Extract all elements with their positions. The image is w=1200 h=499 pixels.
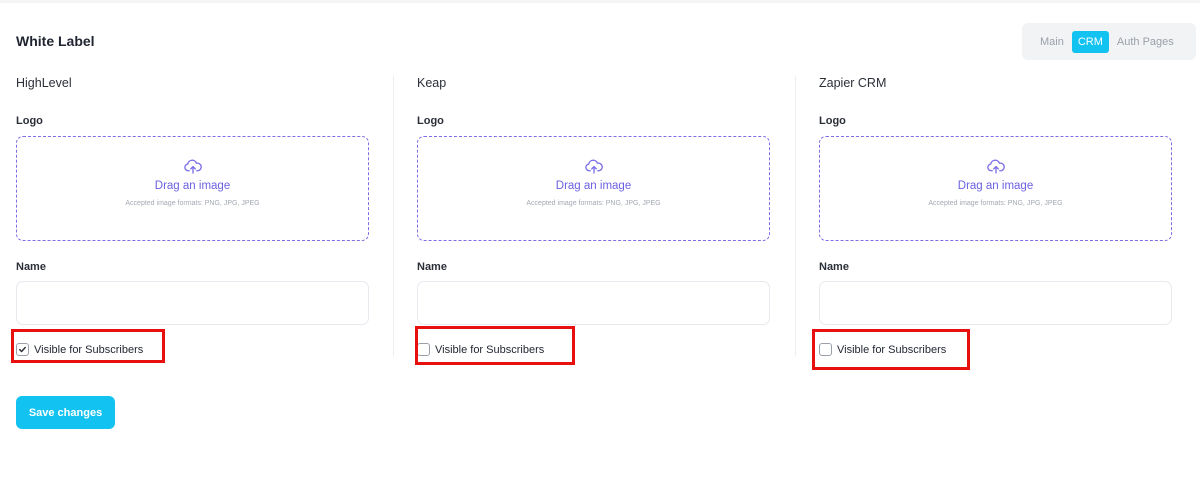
save-changes-button[interactable]: Save changes [16, 396, 115, 429]
cloud-upload-icon [986, 159, 1005, 174]
name-input[interactable] [16, 281, 369, 325]
cloud-upload-icon [584, 159, 603, 174]
name-label: Name [417, 261, 447, 273]
highlight-box [812, 329, 970, 370]
page-title: White Label [16, 33, 95, 49]
name-label: Name [16, 261, 46, 273]
crm-panel-highlevel: HighLevel Logo Drag an image Accepted im… [16, 76, 369, 356]
column-divider [795, 76, 796, 356]
dropzone-text: Drag an image [555, 180, 632, 192]
logo-label: Logo [417, 115, 444, 127]
name-label: Name [819, 261, 849, 273]
crm-title: HighLevel [16, 76, 72, 90]
logo-label: Logo [16, 115, 43, 127]
tab-crm[interactable]: CRM [1071, 30, 1109, 53]
dropzone-hint: Accepted image formats: PNG, JPG, JPEG [928, 200, 1063, 207]
crm-panel-keap: Keap Logo Drag an image Accepted image f… [417, 76, 770, 356]
name-input[interactable] [417, 281, 770, 325]
logo-dropzone[interactable]: Drag an image Accepted image formats: PN… [417, 136, 770, 241]
tab-auth-pages[interactable]: Auth Pages [1111, 31, 1180, 53]
logo-dropzone[interactable]: Drag an image Accepted image formats: PN… [16, 136, 369, 241]
logo-label: Logo [819, 115, 846, 127]
highlight-box [415, 326, 575, 365]
crm-title: Keap [417, 76, 447, 90]
dropzone-text: Drag an image [154, 180, 231, 192]
section-tabs: Main CRM Auth Pages [1022, 23, 1196, 60]
dropzone-hint: Accepted image formats: PNG, JPG, JPEG [125, 200, 260, 207]
tab-main[interactable]: Main [1034, 31, 1070, 53]
crm-title: Zapier CRM [819, 76, 887, 90]
dropzone-hint: Accepted image formats: PNG, JPG, JPEG [526, 200, 661, 207]
column-divider [393, 76, 394, 356]
highlight-box [11, 329, 165, 363]
crm-panel-zapier: Zapier CRM Logo Drag an image Accepted i… [819, 76, 1172, 356]
cloud-upload-icon [183, 159, 202, 174]
logo-dropzone[interactable]: Drag an image Accepted image formats: PN… [819, 136, 1172, 241]
dropzone-text: Drag an image [957, 180, 1034, 192]
top-border [0, 0, 1200, 3]
name-input[interactable] [819, 281, 1172, 325]
